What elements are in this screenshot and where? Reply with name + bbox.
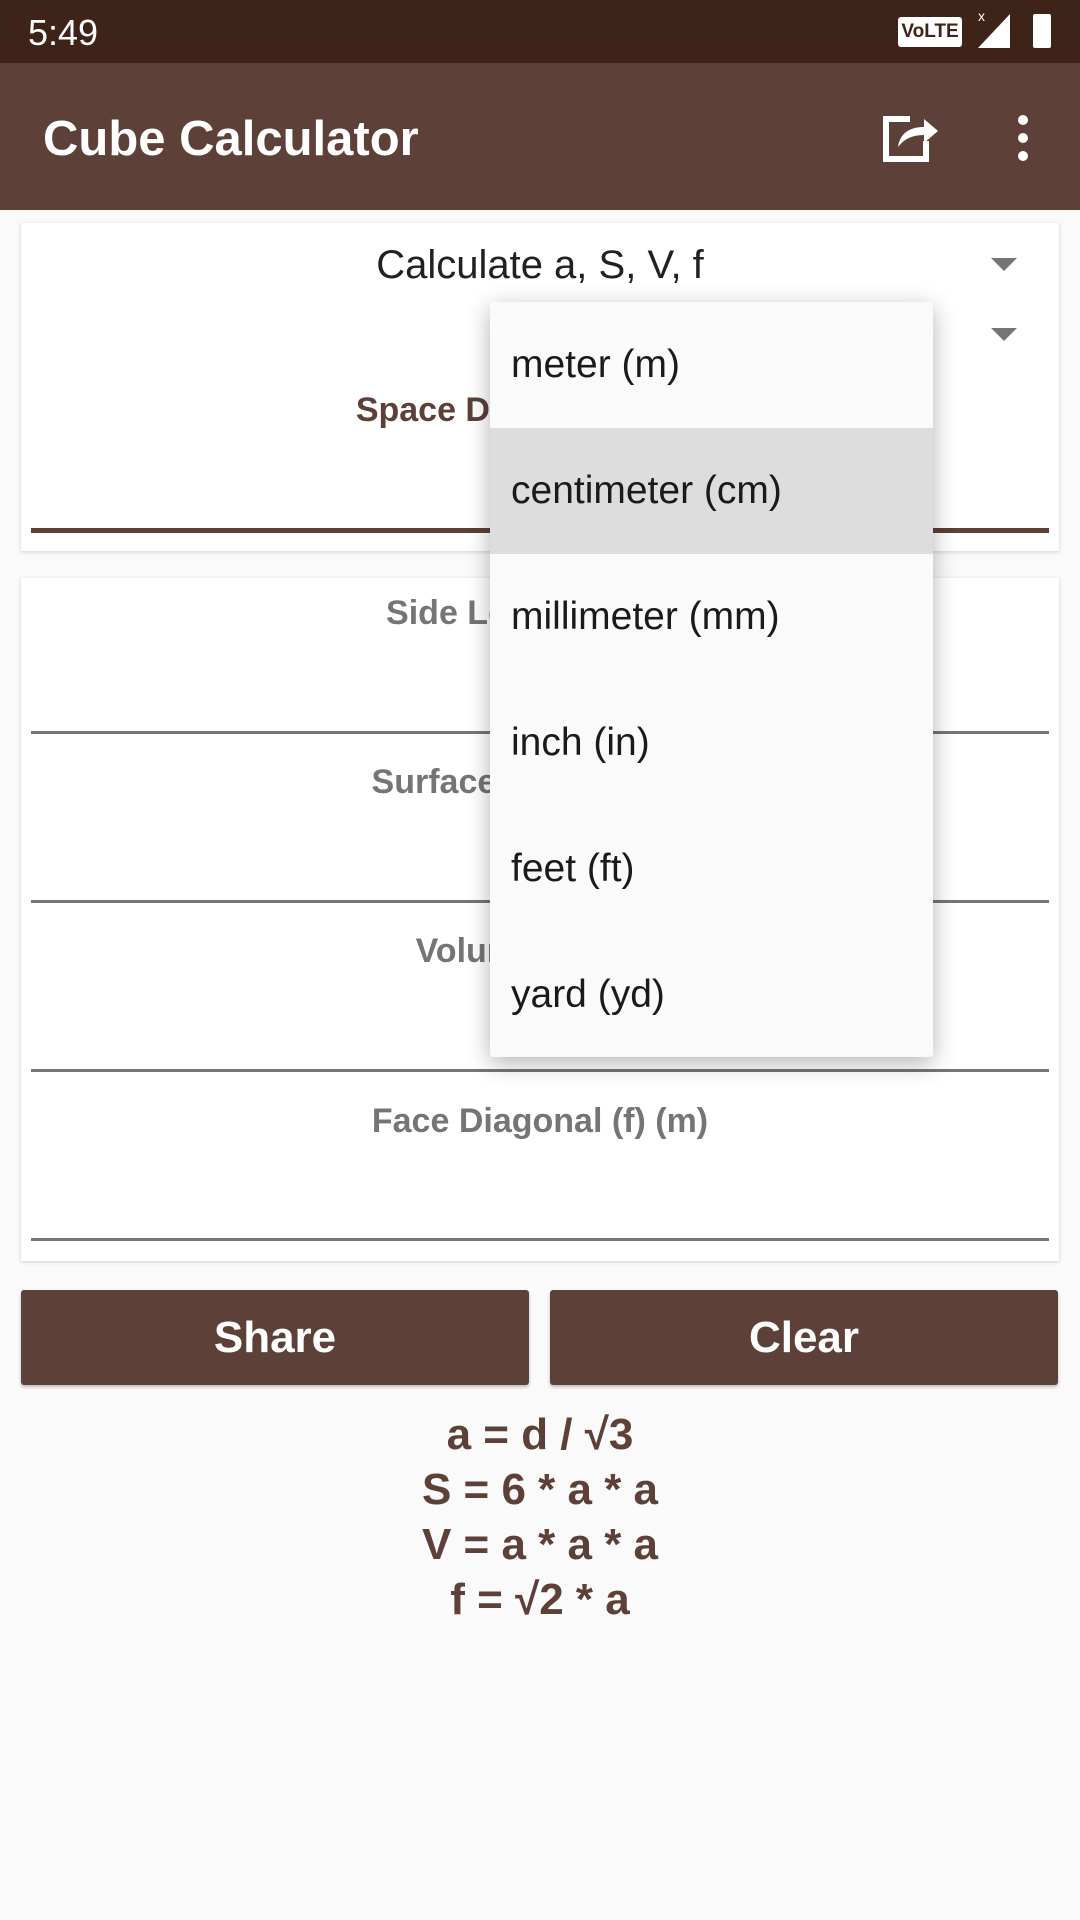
share-icon[interactable] — [880, 107, 940, 167]
face-diagonal-label: Face Diagonal (f) (m) — [371, 1102, 709, 1140]
menu-item-yard[interactable]: yard (yd) — [490, 932, 933, 1058]
more-vert-icon[interactable] — [1005, 113, 1041, 163]
dropdown-arrow-icon[interactable] — [991, 258, 1017, 271]
menu-item-inch[interactable]: inch (in) — [490, 680, 933, 806]
signal-icon — [978, 14, 1010, 48]
formula-face-diagonal: f = √2 * a — [450, 1575, 630, 1624]
menu-item-meter[interactable]: meter (m) — [490, 302, 933, 428]
menu-item-feet[interactable]: feet (ft) — [490, 806, 933, 932]
formula-surface: S = 6 * a * a — [421, 1465, 659, 1514]
menu-item-centimeter[interactable]: centimeter (cm) — [490, 428, 933, 554]
dropdown-arrow-icon[interactable] — [991, 328, 1017, 341]
formula-side: a = d / √3 — [446, 1410, 634, 1459]
face-diagonal-input[interactable] — [31, 1238, 1049, 1241]
calculate-select[interactable]: Calculate a, S, V, f — [21, 243, 1059, 288]
volte-icon: VoLTE — [898, 17, 962, 47]
battery-icon — [1033, 14, 1051, 48]
clear-button[interactable]: Clear — [550, 1290, 1058, 1385]
app-bar: Cube Calculator — [0, 63, 1080, 210]
app-title: Cube Calculator — [43, 112, 419, 166]
volume-input[interactable] — [31, 1069, 1049, 1072]
menu-item-millimeter[interactable]: millimeter (mm) — [490, 554, 933, 680]
units-dropdown-menu: meter (m) centimeter (cm) millimeter (mm… — [490, 302, 933, 1057]
share-button[interactable]: Share — [21, 1290, 529, 1385]
status-bar: 5:49 VoLTE x — [0, 0, 1080, 63]
formula-volume: V = a * a * a — [421, 1520, 659, 1569]
clock: 5:49 — [28, 12, 99, 53]
